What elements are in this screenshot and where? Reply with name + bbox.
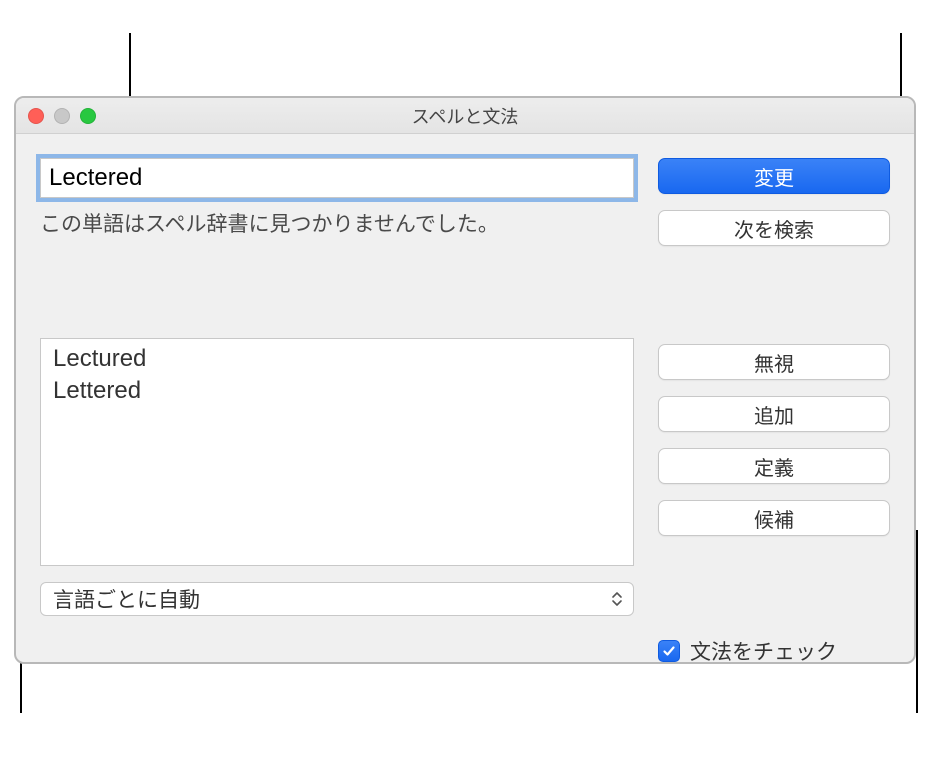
minimize-icon (54, 108, 70, 124)
content-area: この単語はスペル辞書に見つかりませんでした。 Lectured Lettered… (16, 134, 914, 664)
learn-button[interactable]: 追加 (658, 396, 890, 432)
find-next-button[interactable]: 次を検索 (658, 210, 890, 246)
language-row: 言語ごとに自動 (40, 582, 634, 616)
window-title: スペルと文法 (412, 103, 519, 129)
traffic-lights (28, 108, 96, 124)
suggestion-item[interactable]: Lettered (41, 375, 633, 407)
language-select[interactable]: 言語ごとに自動 (40, 582, 634, 616)
status-message: この単語はスペル辞書に見つかりませんでした。 (40, 208, 634, 238)
check-grammar-checkbox[interactable] (658, 640, 680, 662)
left-column: この単語はスペル辞書に見つかりませんでした。 Lectured Lettered… (40, 158, 634, 664)
right-column: 変更 次を検索 無視 追加 定義 候補 文法をチェック (658, 158, 890, 664)
close-icon[interactable] (28, 108, 44, 124)
language-select-value: 言語ごとに自動 (53, 584, 200, 614)
misspelled-word-input[interactable] (40, 158, 634, 198)
define-button[interactable]: 定義 (658, 448, 890, 484)
grammar-row: 文法をチェック (658, 636, 890, 664)
chevron-up-down-icon (607, 588, 627, 610)
suggestions-list[interactable]: Lectured Lettered (40, 338, 634, 566)
suggestion-item[interactable]: Lectured (41, 343, 633, 375)
check-grammar-label: 文法をチェック (690, 636, 837, 664)
guess-button[interactable]: 候補 (658, 500, 890, 536)
ignore-button[interactable]: 無視 (658, 344, 890, 380)
zoom-icon[interactable] (80, 108, 96, 124)
callout-line (916, 530, 918, 713)
titlebar: スペルと文法 (16, 98, 914, 134)
change-button[interactable]: 変更 (658, 158, 890, 194)
spelling-grammar-window: スペルと文法 この単語はスペル辞書に見つかりませんでした。 Lectured L… (14, 96, 916, 664)
